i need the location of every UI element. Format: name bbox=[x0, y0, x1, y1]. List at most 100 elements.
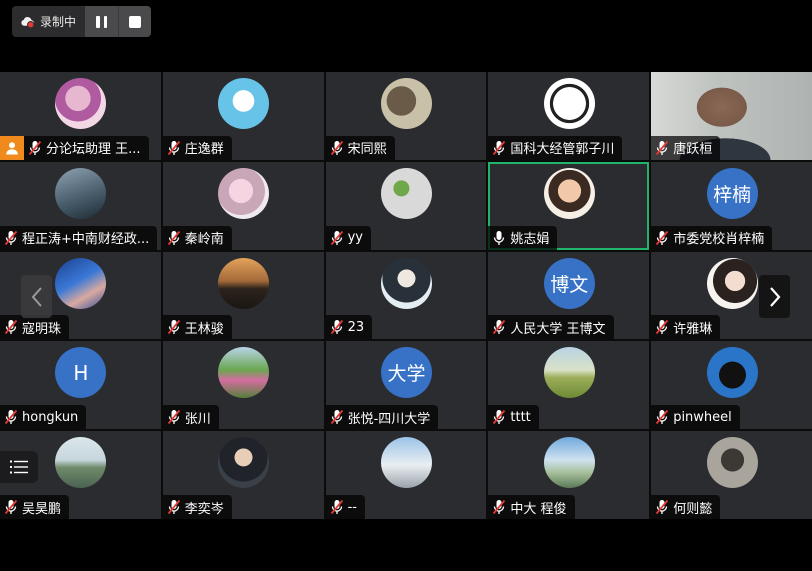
participant-avatar bbox=[55, 437, 107, 489]
participant-avatar bbox=[380, 437, 432, 489]
participant-name-tag: 庄逸群 bbox=[162, 135, 232, 160]
participant-name: 市委党校肖梓楠 bbox=[673, 232, 765, 248]
participant-name: 分论坛助理 王... bbox=[46, 142, 141, 158]
participant-tile[interactable]: 分论坛助理 王... bbox=[0, 72, 161, 160]
participant-tile[interactable]: 梓楠市委党校肖梓楠 bbox=[651, 161, 812, 250]
mic-muted-icon bbox=[4, 230, 18, 245]
mic-muted-icon bbox=[167, 499, 180, 515]
participant-name: 寇明珠 bbox=[22, 321, 62, 337]
mic-muted-icon bbox=[493, 410, 506, 425]
participant-name-tag: -- bbox=[325, 495, 365, 519]
participant-tile[interactable]: pinwheel bbox=[651, 341, 812, 430]
participant-name: 宋同熙 bbox=[347, 142, 387, 158]
participant-name-tag: 23 bbox=[325, 315, 373, 340]
mic-muted-icon bbox=[167, 140, 180, 155]
person-icon bbox=[6, 141, 18, 155]
participant-name: 程正涛+中南财经政... bbox=[22, 232, 150, 248]
participant-tile[interactable]: 宋同熙 bbox=[325, 72, 487, 160]
participant-name-tag: 寇明珠 bbox=[0, 315, 70, 340]
participant-tile[interactable]: 张川 bbox=[162, 341, 324, 430]
participant-avatar bbox=[543, 347, 595, 399]
mic-muted-icon bbox=[493, 499, 506, 515]
participant-name: -- bbox=[347, 499, 357, 515]
participant-avatar bbox=[218, 78, 270, 129]
mic-muted-icon bbox=[330, 230, 343, 245]
mic-muted-icon bbox=[656, 410, 669, 425]
participant-tile[interactable]: 博文人民大学 王博文 bbox=[488, 251, 650, 340]
recording-bar: 录制中 bbox=[12, 6, 152, 37]
participant-avatar-text: 梓楠 bbox=[706, 167, 758, 219]
participant-tile[interactable]: -- bbox=[325, 431, 487, 519]
participant-avatar bbox=[706, 257, 758, 309]
participant-name: 唐跃桓 bbox=[673, 142, 713, 158]
recording-status-text: 录制中 bbox=[40, 15, 77, 29]
participant-tile[interactable]: 程正涛+中南财经政... bbox=[0, 161, 161, 250]
participant-name-tag: 张川 bbox=[162, 405, 219, 430]
participant-name-tag: hongkun bbox=[0, 405, 87, 430]
participant-avatar bbox=[706, 347, 758, 399]
participant-name-tag: 分论坛助理 王... bbox=[24, 135, 149, 160]
participant-name-tag: 张悦-四川大学 bbox=[325, 405, 439, 430]
mic-muted-icon bbox=[167, 230, 180, 245]
participant-tile[interactable]: 唐跃桓 bbox=[651, 72, 812, 160]
participant-list-button[interactable] bbox=[0, 451, 38, 483]
participant-tile[interactable]: tttt bbox=[488, 341, 650, 430]
mic-muted-icon bbox=[656, 499, 669, 515]
participant-tile[interactable]: Hhongkun bbox=[0, 341, 161, 430]
mic-muted-icon bbox=[28, 140, 42, 155]
next-page-button[interactable] bbox=[759, 275, 790, 318]
participant-tile[interactable]: 李奕岑 bbox=[162, 431, 324, 519]
host-badge bbox=[0, 135, 24, 160]
chevron-left-icon bbox=[31, 286, 42, 307]
participant-tile[interactable]: 王林骏 bbox=[162, 251, 324, 340]
mic-muted-icon bbox=[330, 499, 343, 515]
pause-recording-button[interactable] bbox=[85, 6, 119, 37]
participant-tile[interactable]: 中大 程俊 bbox=[488, 431, 650, 519]
participant-avatar bbox=[218, 257, 270, 309]
participant-avatar-text: 大学 bbox=[380, 347, 432, 399]
participant-avatar bbox=[218, 347, 270, 399]
stop-recording-button[interactable] bbox=[118, 6, 152, 37]
mic-muted-icon bbox=[167, 320, 180, 335]
mic-muted-icon bbox=[656, 230, 669, 245]
participant-tile[interactable]: 国科大经管郭子川 bbox=[488, 72, 650, 160]
participant-name: 庄逸群 bbox=[184, 142, 224, 158]
participant-avatar bbox=[55, 257, 107, 309]
mic-muted-icon bbox=[330, 140, 343, 155]
participant-name: 张川 bbox=[184, 411, 211, 427]
mic-icon bbox=[494, 230, 505, 245]
participant-tile[interactable]: 大学张悦-四川大学 bbox=[325, 341, 487, 430]
participant-name-tag: 人民大学 王博文 bbox=[488, 315, 614, 340]
participant-grid: 分论坛助理 王... 庄逸群 宋同熙 国科大经管郭子川 唐跃桓程正涛+中南财经政... 秦… bbox=[0, 72, 812, 519]
participant-tile[interactable]: 23 bbox=[325, 251, 487, 340]
participant-avatar bbox=[380, 257, 432, 309]
participant-tile[interactable]: 庄逸群 bbox=[162, 72, 324, 160]
participant-avatar bbox=[543, 78, 595, 129]
participant-avatar bbox=[218, 167, 270, 219]
participant-tile[interactable]: 秦岭南 bbox=[162, 161, 324, 250]
mic-muted-icon bbox=[330, 410, 343, 425]
pause-icon bbox=[96, 15, 108, 28]
participant-avatar bbox=[543, 167, 595, 219]
mic-muted-icon bbox=[4, 320, 18, 335]
participant-name: 姚志娟 bbox=[510, 232, 550, 248]
participant-name: 何则懿 bbox=[673, 501, 713, 517]
mic-muted-icon bbox=[167, 410, 180, 425]
participant-name-tag: 李奕岑 bbox=[162, 495, 232, 519]
participant-name: 张悦-四川大学 bbox=[347, 411, 431, 427]
mic-muted-icon bbox=[493, 320, 506, 335]
mic-muted-icon bbox=[4, 499, 18, 515]
participant-tile[interactable]: 姚志娟 bbox=[488, 161, 650, 250]
participant-name-tag: pinwheel bbox=[651, 405, 740, 430]
list-icon bbox=[10, 460, 28, 474]
participant-avatar-text: 博文 bbox=[543, 257, 595, 309]
prev-page-button[interactable] bbox=[21, 275, 52, 318]
participant-name-tag: 国科大经管郭子川 bbox=[488, 135, 623, 160]
participant-name-tag: 唐跃桓 bbox=[651, 135, 721, 160]
participant-name: tttt bbox=[510, 409, 531, 425]
participant-tile[interactable]: 何则懿 bbox=[651, 431, 812, 519]
participant-name-tag: 中大 程俊 bbox=[488, 495, 575, 519]
participant-name-tag: 王林骏 bbox=[162, 315, 232, 340]
mic-muted-icon bbox=[4, 410, 18, 425]
participant-tile[interactable]: yy bbox=[325, 161, 487, 250]
